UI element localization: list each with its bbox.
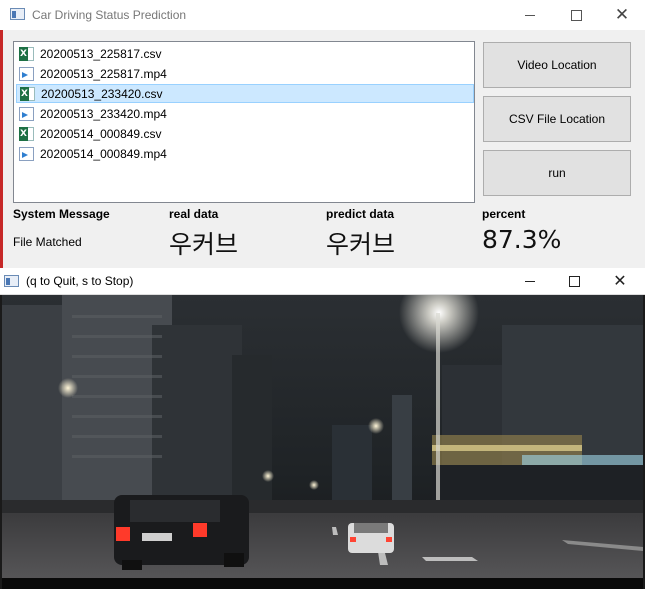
- file-list-item[interactable]: 20200513_233420.mp4: [16, 104, 474, 123]
- predict-data-label: predict data: [326, 207, 395, 221]
- close-button[interactable]: ✕: [599, 0, 645, 30]
- percent-value: 87.3%: [482, 225, 562, 254]
- video-frame: [2, 295, 643, 589]
- video-maximize-button[interactable]: [551, 268, 597, 294]
- file-list-item-selected[interactable]: 20200513_233420.csv: [16, 84, 474, 103]
- minimize-icon: [525, 14, 535, 16]
- csv-file-location-button[interactable]: CSV File Location: [483, 96, 631, 142]
- video-file-icon: [19, 146, 34, 161]
- window-title: Car Driving Status Prediction: [32, 8, 187, 22]
- file-name: 20200514_000849.mp4: [40, 146, 167, 161]
- title-bar[interactable]: Car Driving Status Prediction ✕: [0, 0, 645, 30]
- file-name: 20200513_233420.mp4: [40, 106, 167, 121]
- video-minimize-button[interactable]: [507, 268, 553, 294]
- video-window-title: (q to Quit, s to Stop): [26, 274, 134, 288]
- system-message-label: System Message: [13, 207, 110, 221]
- predict-data-value: 우커브: [326, 230, 396, 259]
- video-file-icon: [19, 66, 34, 81]
- video-window: (q to Quit, s to Stop) ✕: [0, 268, 645, 589]
- video-file-icon: [19, 106, 34, 121]
- app-window-icon: [10, 8, 25, 20]
- percent-label: percent: [482, 207, 526, 221]
- maximize-icon: [568, 275, 580, 287]
- close-icon: ✕: [613, 273, 627, 290]
- video-location-button[interactable]: Video Location: [483, 42, 631, 88]
- file-list[interactable]: 20200513_225817.csv 20200513_225817.mp4 …: [13, 41, 475, 203]
- maximize-icon: [570, 9, 582, 21]
- real-data-label: real data: [169, 207, 219, 221]
- close-icon: ✕: [614, 5, 630, 24]
- window-edge-accent: [0, 0, 3, 268]
- file-list-item[interactable]: 20200514_000849.csv: [16, 124, 474, 143]
- main-window: Car Driving Status Prediction ✕ 20200513…: [0, 0, 645, 268]
- video-title-bar[interactable]: (q to Quit, s to Stop) ✕: [0, 268, 645, 295]
- file-list-item[interactable]: 20200513_225817.mp4: [16, 64, 474, 83]
- real-data-value: 우커브: [169, 230, 239, 259]
- run-button[interactable]: run: [483, 150, 631, 196]
- maximize-button[interactable]: [553, 0, 599, 30]
- video-close-button[interactable]: ✕: [597, 268, 643, 294]
- file-list-item[interactable]: 20200514_000849.mp4: [16, 144, 474, 163]
- minimize-button[interactable]: [507, 0, 553, 30]
- excel-file-icon: [19, 126, 34, 141]
- minimize-icon: [525, 280, 535, 282]
- file-name: 20200513_233420.csv: [41, 86, 163, 101]
- file-list-item[interactable]: 20200513_225817.csv: [16, 44, 474, 63]
- night-road-scene: [2, 295, 643, 589]
- excel-file-icon: [20, 86, 35, 101]
- system-message-value: File Matched: [13, 235, 82, 249]
- file-name: 20200513_225817.csv: [40, 46, 162, 61]
- file-name: 20200513_225817.mp4: [40, 66, 167, 81]
- file-name: 20200514_000849.csv: [40, 126, 162, 141]
- video-window-icon: [4, 275, 19, 287]
- excel-file-icon: [19, 46, 34, 61]
